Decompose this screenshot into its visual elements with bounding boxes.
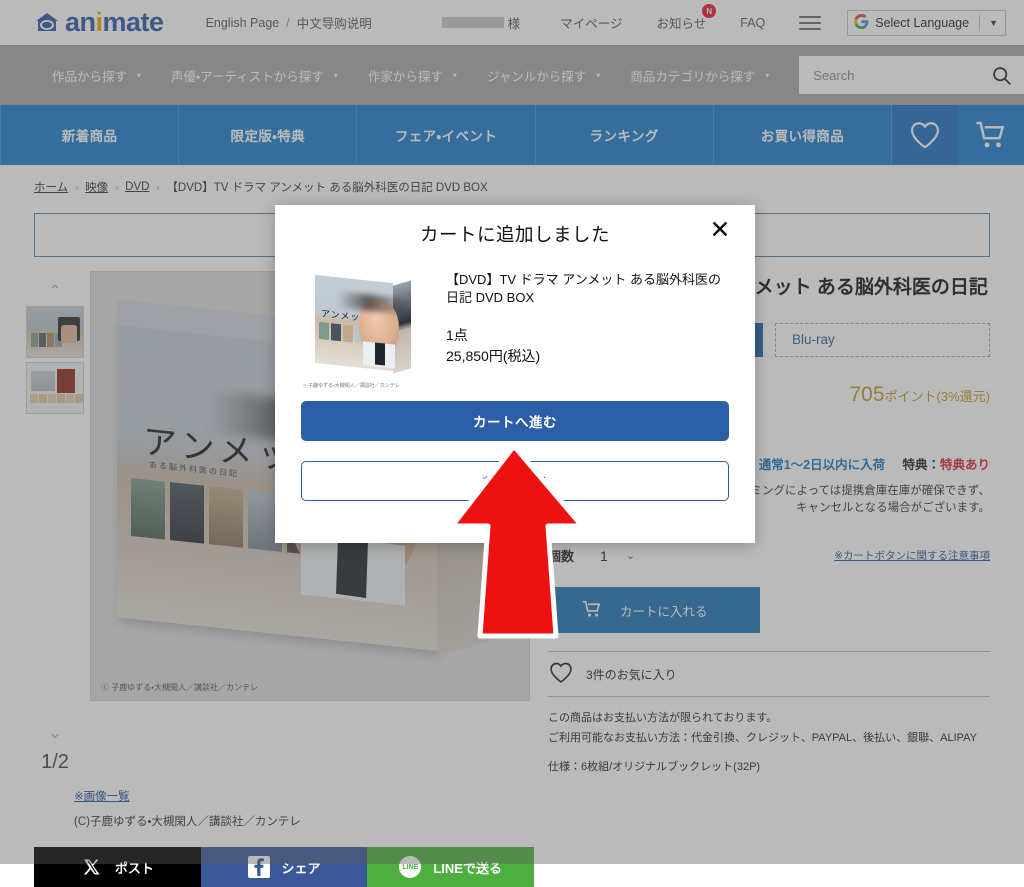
continue-shopping-button[interactable]: をつづける — [301, 461, 729, 501]
modal-title: カートに追加しました — [419, 224, 610, 245]
modal-body: アンメット ⓒ子鹿ゆずる・大槻閑人／講談社／カンテレ 【DVD】TV ドラマ ア… — [275, 257, 755, 389]
modal-thumbnail-copyright: ⓒ子鹿ゆずる・大槻閑人／講談社／カンテレ — [303, 383, 400, 389]
modal-product-meta: 【DVD】TV ドラマ アンメット ある脳外科医の日記 DVD BOX 1点 2… — [446, 265, 727, 389]
modal-header: カートに追加しました ✕ — [275, 205, 755, 257]
modal-quantity-price: 1点 25,850円(税込) — [446, 325, 727, 366]
added-to-cart-modal: カートに追加しました ✕ アンメット ⓒ子鹿ゆずる・大槻閑人／講談社／カンテレ … — [275, 205, 755, 543]
go-to-cart-button[interactable]: カートへ進む — [301, 401, 729, 441]
modal-price: 25,850円(税込) — [446, 347, 541, 364]
modal-product-name: 【DVD】TV ドラマ アンメット ある脳外科医の日記 DVD BOX — [446, 272, 721, 306]
modal-quantity: 1点 — [446, 327, 468, 344]
modal-thumbnail-image: アンメット — [303, 265, 428, 377]
close-icon[interactable]: ✕ — [707, 217, 733, 243]
modal-product-thumbnail: アンメット ⓒ子鹿ゆずる・大槻閑人／講談社／カンテレ — [303, 265, 428, 389]
modal-actions: カートへ進む をつづける — [275, 389, 755, 501]
